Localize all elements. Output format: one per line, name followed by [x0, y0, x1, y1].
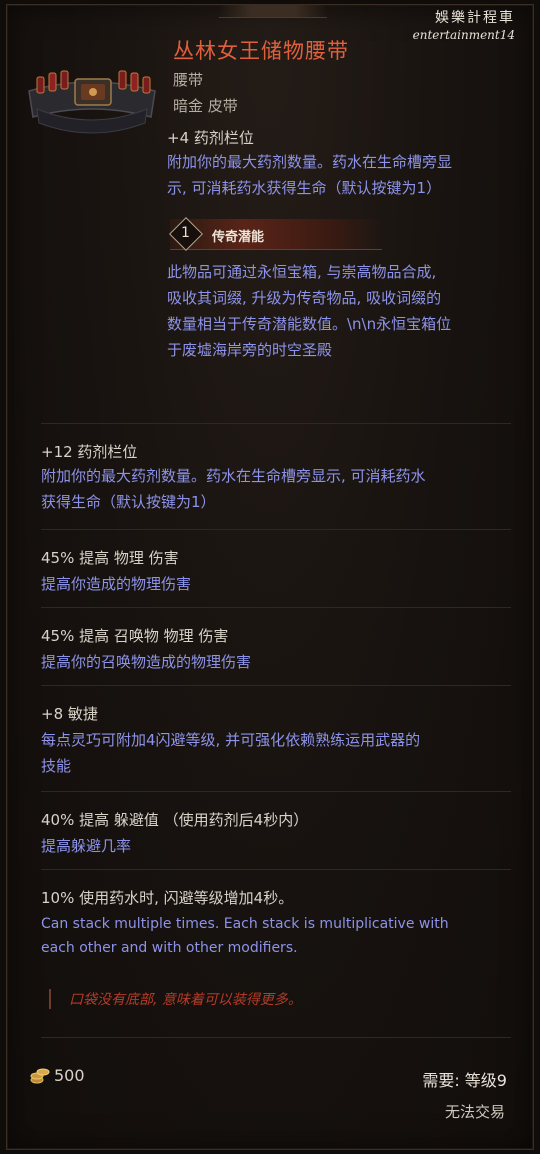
affix-head: 10% 使用药水时, 闪避等级增加4秒。 — [41, 889, 294, 907]
divider — [41, 1037, 511, 1038]
affix-desc: 每点灵巧可附加4闪避等级, 并可强化依赖熟练运用武器的 — [41, 731, 421, 749]
legendary-desc-1: 此物品可通过永恒宝箱, 与崇高物品合成, — [167, 263, 437, 281]
legendary-potential-value: 1 — [181, 225, 190, 241]
affix-head: 45% 提高 物理 伤害 — [41, 549, 179, 567]
divider — [41, 423, 511, 424]
tooltip-top-ornament — [219, 5, 327, 18]
watermark-cn: 娛樂計程車 — [435, 10, 515, 26]
affix-desc: 提高躲避几率 — [41, 837, 132, 855]
base-mod-desc-1: 附加你的最大药剂数量。药水在生命槽旁显 — [167, 153, 453, 171]
affix-desc: 附加你的最大药剂数量。药水在生命槽旁显示, 可消耗药水 — [41, 467, 426, 485]
base-mod-desc-2: 示, 可消耗药水获得生命（默认按键为1） — [167, 179, 442, 197]
affix-desc: 提高你造成的物理伤害 — [41, 575, 192, 593]
affix-desc: 提高你的召唤物造成的物理伤害 — [41, 653, 252, 671]
affix-desc: Can stack multiple times. Each stack is … — [41, 916, 449, 932]
affix-desc: 获得生命（默认按键为1） — [41, 493, 216, 511]
legendary-potential-label: 传奇潜能 — [212, 230, 265, 245]
affix-head: +8 敏捷 — [41, 705, 98, 723]
affix-desc: 技能 — [41, 757, 72, 775]
item-tooltip: 娛樂計程車 entertainment14 丛林女王储物腰带 腰带 暗金 皮带 … — [6, 4, 534, 1150]
item-type: 腰带 — [173, 71, 204, 89]
legendary-desc-3: 数量相当于传奇潜能数值。\n\n永恒宝箱位 — [167, 315, 452, 333]
base-mod-head: +4 药剂栏位 — [167, 129, 254, 147]
legendary-desc-2: 吸收其词缀, 升级为传奇物品, 吸收词缀的 — [167, 289, 442, 307]
level-requirement: 需要: 等级9 — [422, 1071, 507, 1090]
belt-item-icon — [28, 70, 156, 134]
item-subtype: 暗金 皮带 — [173, 97, 238, 115]
legendary-potential-banner: 1 传奇潜能 — [169, 217, 382, 251]
flavor-bar — [49, 989, 51, 1009]
affix-head: 40% 提高 躲避值 （使用药剂后4秒内） — [41, 811, 309, 829]
legendary-desc-4: 于废墟海岸旁的时空圣殿 — [167, 341, 333, 359]
gold-coins-icon — [30, 1068, 50, 1084]
divider — [41, 791, 511, 792]
gold-value: 500 — [54, 1066, 85, 1085]
divider — [41, 529, 511, 530]
item-name: 丛林女王储物腰带 — [173, 39, 349, 63]
affix-head: 45% 提高 召唤物 物理 伤害 — [41, 627, 229, 645]
flavor-text: 口袋没有底部, 意味着可以装得更多。 — [69, 992, 302, 1008]
affix-desc: each other and with other modifiers. — [41, 940, 298, 956]
divider — [41, 685, 511, 686]
divider — [41, 869, 511, 870]
affix-head: +12 药剂栏位 — [41, 443, 138, 461]
trade-status: 无法交易 — [444, 1103, 505, 1121]
watermark-en: entertainment14 — [412, 28, 515, 42]
divider — [41, 607, 511, 608]
watermark: 娛樂計程車 entertainment14 — [413, 7, 515, 42]
